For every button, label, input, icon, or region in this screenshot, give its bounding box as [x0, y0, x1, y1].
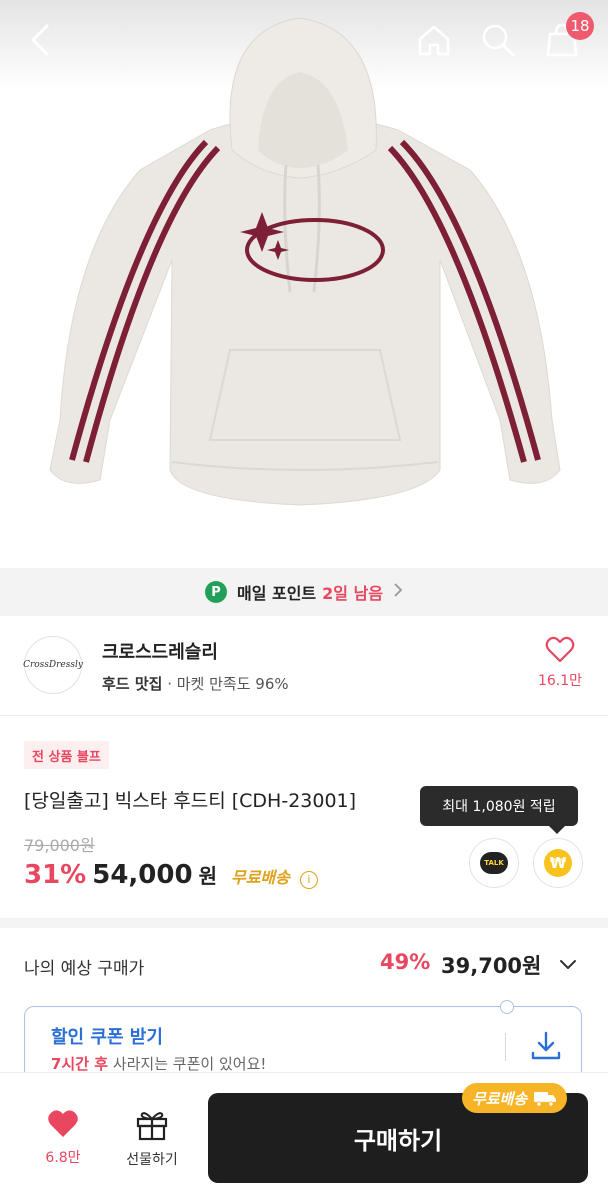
talk-icon: TALK — [480, 852, 508, 874]
cart-count-badge: 18 — [566, 12, 594, 40]
points-days-left: 2일 남음 — [322, 584, 384, 603]
reward-button[interactable]: ₩ — [533, 838, 583, 888]
shop-tag: 후드 맛집 — [102, 675, 163, 693]
top-navigation-bar: 18 — [0, 0, 608, 80]
free-shipping-label: 무료배송 — [230, 868, 290, 887]
coupon-time-left: 7시간 후 — [51, 1055, 109, 1073]
expected-price-label: 나의 예상 구매가 — [24, 959, 145, 979]
like-count: 6.8만 — [45, 1150, 81, 1166]
won-coin-icon: ₩ — [544, 849, 572, 877]
coupon-subtitle: 7시간 후 사라지는 쿠폰이 있어요! — [51, 1053, 266, 1074]
promo-tag: 전 상품 블프 — [24, 741, 109, 769]
points-text: 매일 포인트 — [236, 584, 317, 603]
discount-rate: 31% — [24, 860, 87, 890]
hoodie-illustration — [49, 17, 561, 506]
search-button[interactable] — [476, 18, 520, 62]
truck-icon — [534, 1092, 557, 1107]
original-price: 79,000원 — [24, 836, 95, 855]
section-divider — [0, 918, 608, 928]
coupon-title: 할인 쿠폰 받기 — [51, 1027, 163, 1048]
shop-like-count: 16.1만 — [537, 673, 583, 689]
home-button[interactable] — [412, 18, 456, 62]
expected-price-row[interactable]: 나의 예상 구매가 49% 39,700원 — [0, 928, 608, 1004]
gift-label: 선물하기 — [126, 1152, 178, 1168]
shop-like-button[interactable]: 16.1만 — [530, 636, 590, 690]
coupon-notch — [500, 1000, 514, 1014]
price-row: 31% 54,000 원 무료배송 i — [24, 860, 318, 890]
currency-unit: 원 — [198, 864, 217, 888]
product-image[interactable] — [0, 0, 608, 568]
free-shipping-badge-label: 무료배송 — [472, 1089, 528, 1108]
shop-satisfaction: · 마켓 만족도 96% — [167, 675, 289, 693]
free-shipping-badge: 무료배송 — [462, 1083, 568, 1113]
gift-button[interactable]: 선물하기 — [116, 1109, 188, 1169]
daily-points-banner[interactable]: P 매일 포인트 2일 남음 — [0, 568, 608, 616]
heart-filled-icon — [48, 1110, 78, 1137]
gift-icon — [136, 1112, 168, 1141]
sale-price: 54,000 — [92, 860, 193, 890]
like-button[interactable]: 6.8만 — [32, 1109, 94, 1167]
info-icon[interactable]: i — [299, 870, 318, 889]
coupon-separator — [505, 1033, 506, 1061]
expected-price: 39,700원 — [441, 954, 542, 978]
product-title: [당일출고] 빅스타 후드티 [CDH-23001] — [24, 790, 357, 812]
shop-subtitle: 후드 맛집 · 마켓 만족도 96% — [102, 673, 289, 694]
reward-tooltip: 최대 1,080원 적립 — [420, 786, 578, 826]
chevron-right-icon — [393, 582, 403, 602]
expected-discount: 49% — [380, 950, 431, 974]
kakaotalk-share-button[interactable]: TALK — [469, 838, 519, 888]
points-icon: P — [204, 581, 227, 603]
bottom-action-bar: 6.8만 선물하기 구매하기 무료배송 — [0, 1072, 608, 1200]
shop-name[interactable]: 크로스드레슬리 — [102, 638, 218, 664]
back-button[interactable] — [18, 18, 62, 62]
heart-outline-icon — [545, 636, 575, 663]
shop-logo[interactable]: CrossDressly — [23, 636, 83, 694]
shop-info-row[interactable]: CrossDressly 크로스드레슬리 후드 맛집 · 마켓 만족도 96% … — [0, 616, 608, 716]
chevron-left-icon — [31, 24, 49, 56]
download-icon[interactable] — [529, 1029, 563, 1063]
chevron-down-icon[interactable] — [556, 952, 580, 976]
search-icon — [482, 24, 515, 57]
coupon-sub-text: 사라지는 쿠폰이 있어요! — [108, 1055, 267, 1073]
tooltip-arrow — [549, 826, 565, 834]
home-icon — [418, 25, 450, 56]
